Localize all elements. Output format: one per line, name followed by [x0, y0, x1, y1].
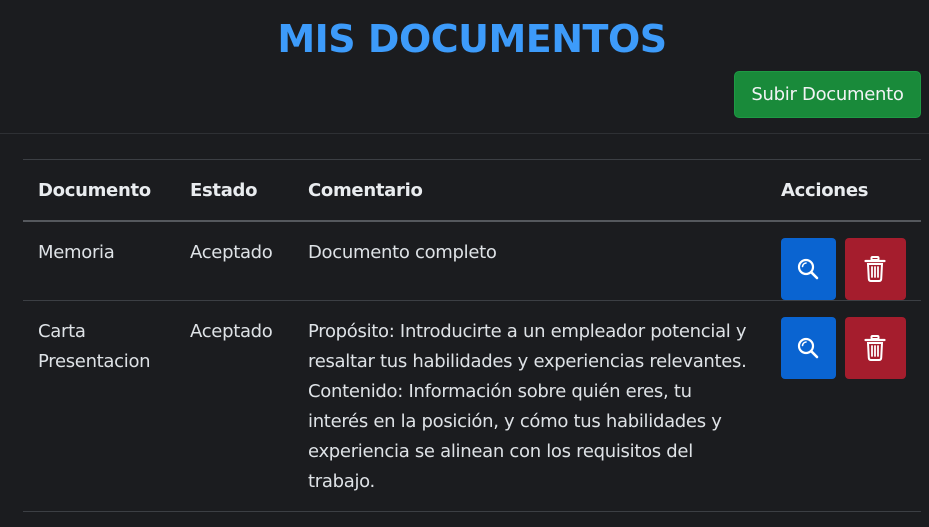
- trash-icon: [864, 335, 886, 361]
- cell-documento: Carta Presentacion: [23, 300, 175, 512]
- column-header-documento: Documento: [23, 159, 175, 222]
- column-header-comentario: Comentario: [293, 159, 766, 222]
- documents-table: Documento Estado Comentario Acciones Mem…: [23, 159, 921, 512]
- table-row: Carta Presentacion Aceptado Propósito: I…: [23, 300, 921, 512]
- documents-table-container: Documento Estado Comentario Acciones Mem…: [23, 159, 921, 512]
- column-header-acciones: Acciones: [766, 159, 921, 222]
- upload-document-button[interactable]: Subir Documento: [734, 71, 921, 118]
- search-icon: [798, 337, 819, 359]
- cell-acciones: [766, 300, 921, 512]
- cell-acciones: [766, 221, 921, 301]
- search-icon: [798, 258, 819, 280]
- row-actions: [781, 317, 906, 379]
- cell-estado: Aceptado: [175, 300, 293, 512]
- header-divider: [0, 133, 929, 134]
- cell-documento: Memoria: [23, 221, 175, 301]
- view-document-button[interactable]: [781, 317, 836, 379]
- view-document-button[interactable]: [781, 238, 836, 300]
- delete-document-button[interactable]: [844, 317, 906, 379]
- page-title: MIS DOCUMENTOS: [277, 17, 667, 61]
- row-actions: [781, 238, 906, 300]
- delete-document-button[interactable]: [844, 238, 906, 300]
- table-header-row: Documento Estado Comentario Acciones: [23, 159, 921, 222]
- cell-comentario: Propósito: Introducirte a un empleador p…: [293, 300, 766, 512]
- table-row: Memoria Aceptado Documento completo: [23, 221, 921, 301]
- cell-estado: Aceptado: [175, 221, 293, 301]
- cell-comentario: Documento completo: [293, 221, 766, 301]
- trash-icon: [864, 256, 886, 282]
- column-header-estado: Estado: [175, 159, 293, 222]
